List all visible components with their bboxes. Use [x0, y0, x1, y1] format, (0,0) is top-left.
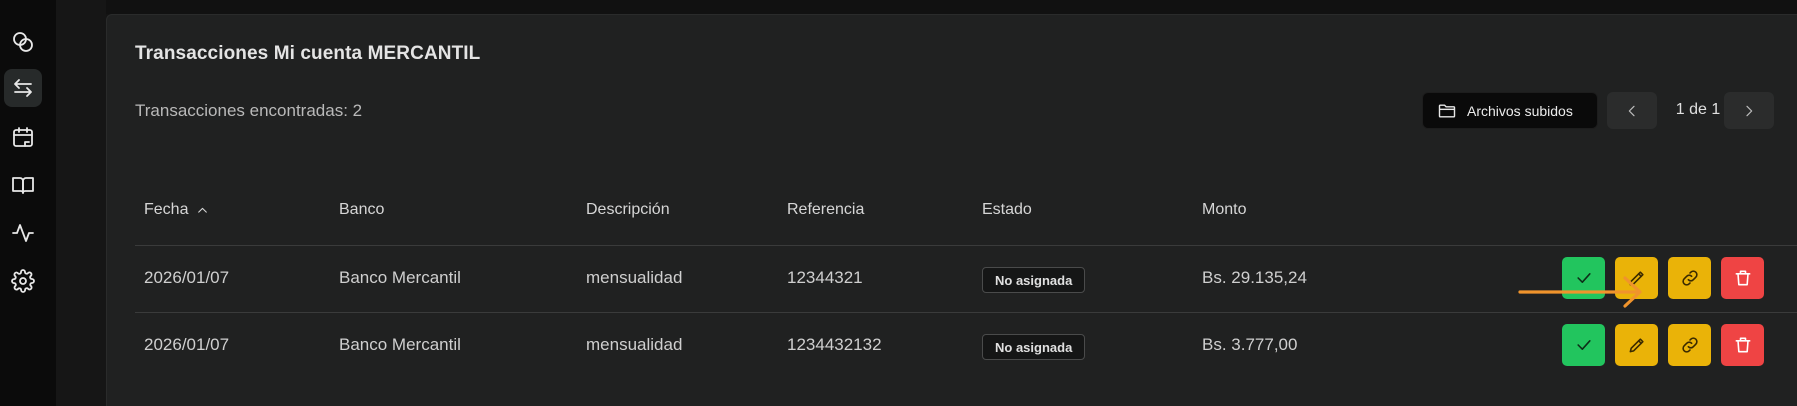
column-header-label: Fecha: [144, 201, 189, 218]
sidebar: [0, 0, 56, 406]
sidebar-item-transactions[interactable]: [4, 69, 42, 107]
cell-descripcion: mensualidad: [586, 335, 683, 354]
link-button[interactable]: [1668, 257, 1711, 299]
column-header-descripcion: Descripción: [586, 201, 670, 219]
header-divider: [135, 245, 1797, 246]
trash-icon: [1735, 270, 1750, 286]
top-strip: [106, 0, 1797, 14]
next-page-button[interactable]: [1724, 92, 1774, 129]
annotation-arrow-icon: [1517, 272, 1647, 312]
uploaded-files-label: Archivos subidos: [1467, 102, 1573, 119]
status-badge: No asignada: [982, 334, 1086, 360]
calendar-icon: [13, 127, 33, 147]
column-header-label: Referencia: [787, 201, 865, 218]
column-header-label: Banco: [339, 201, 385, 218]
column-header-referencia: Referencia: [787, 201, 864, 219]
edit-button[interactable]: [1615, 324, 1658, 366]
trash-icon: [1735, 337, 1750, 353]
column-header-estado: Estado: [982, 201, 1032, 219]
chevron-right-icon: [1746, 105, 1753, 116]
app-window: Transacciones Mi cuenta MERCANTIL Transa…: [0, 0, 1797, 406]
transactions-count: Transacciones encontradas: 2: [135, 101, 363, 120]
page-title: Transacciones Mi cuenta MERCANTIL: [135, 43, 481, 64]
column-header-fecha[interactable]: Fecha: [144, 201, 209, 219]
column-header-label: Estado: [982, 201, 1032, 218]
link-icon: [1681, 337, 1698, 353]
link-icon: [1681, 270, 1698, 286]
row-divider: [135, 312, 1797, 313]
delete-button[interactable]: [1721, 324, 1764, 366]
column-header-banco: Banco: [339, 201, 384, 219]
approve-button[interactable]: [1562, 324, 1605, 366]
settings-icon: [11, 269, 35, 293]
delete-button[interactable]: [1721, 257, 1764, 299]
content-gutter: [56, 0, 106, 406]
prev-page-button[interactable]: [1607, 92, 1657, 129]
transactions-card: Transacciones Mi cuenta MERCANTIL Transa…: [106, 14, 1797, 406]
sidebar-item-book[interactable]: [4, 166, 42, 204]
pencil-icon: [1629, 338, 1644, 353]
coins-icon: [13, 32, 33, 52]
cell-monto: Bs. 3.777,00: [1202, 335, 1298, 354]
sidebar-item-settings[interactable]: [4, 262, 42, 300]
chevron-left-icon: [1628, 105, 1635, 116]
folder-icon: [1438, 103, 1456, 118]
uploaded-files-button[interactable]: Archivos subidos: [1422, 92, 1598, 129]
cell-banco: Banco Mercantil: [339, 335, 461, 354]
status-badge: No asignada: [982, 267, 1086, 293]
cell-descripcion: mensualidad: [586, 268, 683, 287]
sidebar-item-activity[interactable]: [4, 214, 42, 252]
check-icon: [1576, 340, 1591, 350]
book-open-icon: [12, 177, 34, 194]
page-indicator: 1 de 1: [1675, 101, 1721, 118]
cell-referencia: 1234432132: [787, 335, 882, 354]
cell-fecha: 2026/01/07: [144, 268, 230, 287]
link-button[interactable]: [1668, 324, 1711, 366]
arrows-transfer-icon: [14, 79, 32, 97]
sidebar-item-coins[interactable]: [4, 23, 42, 61]
cell-monto: Bs. 29.135,24: [1202, 268, 1307, 287]
activity-icon: [12, 224, 34, 242]
column-header-label: Descripción: [586, 201, 670, 218]
cell-fecha: 2026/01/07: [144, 335, 230, 354]
column-header-monto: Monto: [1202, 201, 1246, 219]
cell-banco: Banco Mercantil: [339, 268, 461, 287]
sidebar-item-calendar[interactable]: [4, 118, 42, 156]
column-header-label: Monto: [1202, 201, 1247, 218]
sort-ascending-icon: [198, 207, 208, 213]
cell-referencia: 12344321: [787, 268, 863, 287]
